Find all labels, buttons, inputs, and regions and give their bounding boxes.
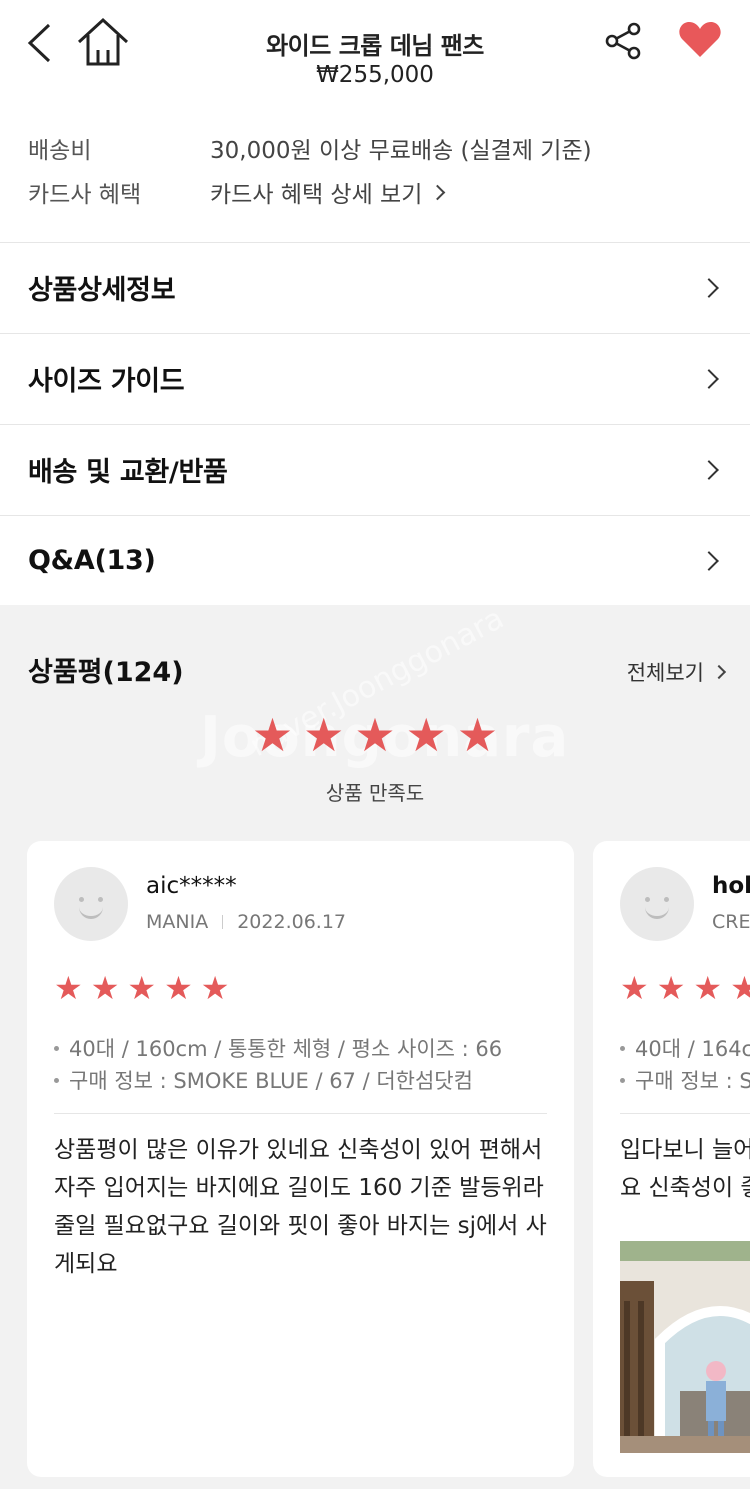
review-card[interactable]: aic***** MANIA 2022.06.17 ★ ★ ★ ★ ★ 40대 … (27, 841, 574, 1477)
heart-icon (679, 22, 721, 57)
body-info-text: 40대 / 164c (635, 1037, 750, 1061)
reviewer-name: aic***** (146, 873, 237, 899)
product-price: ₩255,000 (316, 62, 434, 88)
chevron-right-icon (430, 184, 446, 200)
bullet (620, 1045, 625, 1051)
satisfaction-label: 상품 만족도 (325, 781, 425, 805)
view-all-reviews-link[interactable]: 전체보기 (626, 657, 727, 687)
body-info-text: 40대 / 160cm / 통통한 체형 / 평소 사이즈 : 66 (69, 1037, 503, 1061)
star-icon: ★ (90, 969, 120, 1007)
chevron-right-icon (699, 550, 719, 571)
share-icon (605, 22, 641, 60)
shipping-fee-value: 30,000원 이상 무료배송 (실결제 기준) (210, 138, 592, 164)
chevron-right-icon (699, 368, 719, 389)
average-rating-stars: ★ ★ ★ ★ ★ (0, 711, 750, 759)
menu-size-guide[interactable]: 사이즈 가이드 (0, 333, 750, 423)
reviewer-level: CRE (712, 911, 750, 933)
menu-qna[interactable]: Q&A(13) (0, 515, 750, 605)
avatar-eye (79, 897, 84, 902)
menu-label: 상품상세정보 (28, 275, 176, 306)
home-button[interactable] (72, 14, 134, 70)
shipping-fee-row: 배송비 30,000원 이상 무료배송 (실결제 기준) (28, 130, 728, 166)
purchase-info-text: 구매 정보 : SMOKE BLUE / 67 / 더한섬닷컴 (69, 1069, 473, 1093)
chevron-right-icon (699, 277, 719, 298)
share-button[interactable] (598, 16, 648, 66)
review-photo-image (620, 1241, 750, 1453)
chevron-right-icon (699, 459, 719, 480)
menu-label: Q&A(13) (28, 545, 156, 576)
star-icon: ★ (354, 708, 396, 762)
reviewer-name: hoh (712, 873, 750, 899)
review-card[interactable]: hoh CRE ★ ★ ★ ★ ★ 40대 / 164c 구매 정보 : S 입… (593, 841, 750, 1477)
purchase-info: 구매 정보 : SMOKE BLUE / 67 / 더한섬닷컴 (54, 1065, 473, 1095)
top-header: 와이드 크롭 데님 팬츠 ₩255,000 (0, 0, 750, 100)
purchase-info-text: 구매 정보 : S (635, 1069, 750, 1093)
star-icon: ★ (251, 708, 294, 762)
review-date: 2022.06.17 (237, 911, 347, 933)
star-icon: ★ (620, 969, 649, 1007)
star-icon: ★ (405, 708, 447, 762)
card-benefit-link[interactable]: 카드사 혜택 상세 보기 (210, 175, 446, 209)
divider (54, 1113, 547, 1114)
star-icon: ★ (303, 708, 345, 762)
menu-product-details[interactable]: 상품상세정보 (0, 242, 750, 332)
avatar-mouth (79, 905, 103, 919)
review-section: naver.Joonggonara Joongonara 상품평(124) 전체… (0, 605, 750, 1489)
view-all-label: 전체보기 (626, 661, 704, 685)
review-rating-stars: ★ ★ ★ ★ ★ (620, 971, 750, 1005)
avatar-eye (98, 897, 103, 902)
chevron-right-icon (711, 664, 727, 680)
card-benefit-label: 카드사 혜택 (28, 182, 142, 208)
review-text: 입다보니 늘어 요 신축성이 좋 (620, 1137, 750, 1201)
bullet (54, 1077, 59, 1083)
body-info: 40대 / 164c (620, 1033, 750, 1063)
reviewer-level: MANIA (146, 911, 209, 933)
menu-shipping-returns[interactable]: 배송 및 교환/반품 (0, 424, 750, 514)
reviewer-meta: MANIA 2022.06.17 (146, 911, 346, 933)
menu-label: 배송 및 교환/반품 (28, 457, 228, 488)
back-button[interactable] (18, 18, 62, 68)
star-icon: ★ (127, 969, 157, 1007)
card-benefit-row[interactable]: 카드사 혜택 카드사 혜택 상세 보기 (28, 174, 728, 210)
review-section-title: 상품평(124) (28, 657, 184, 688)
like-button[interactable] (672, 14, 728, 66)
header-shadow (0, 100, 750, 114)
bullet (620, 1077, 625, 1083)
divider (222, 915, 224, 929)
bullet (54, 1045, 59, 1051)
star-icon: ★ (200, 969, 230, 1007)
menu-label: 사이즈 가이드 (28, 366, 185, 397)
review-text: 상품평이 많은 이유가 있네요 신축성이 있어 편해서 자주 입어지는 바지에요… (54, 1137, 547, 1277)
avatar (54, 867, 128, 941)
shipping-fee-label: 배송비 (28, 138, 92, 164)
star-icon: ★ (730, 969, 750, 1007)
product-title: 와이드 크롭 데님 팬츠 (266, 32, 484, 60)
avatar-eye (664, 897, 669, 902)
avatar-mouth (645, 905, 669, 919)
divider (620, 1113, 750, 1114)
star-icon: ★ (456, 708, 499, 762)
reviewer-meta: CRE (712, 911, 750, 933)
body-info: 40대 / 160cm / 통통한 체형 / 평소 사이즈 : 66 (54, 1033, 502, 1063)
purchase-info: 구매 정보 : S (620, 1065, 750, 1095)
avatar-eye (645, 897, 650, 902)
avatar (620, 867, 694, 941)
star-icon: ★ (164, 969, 193, 1007)
review-rating-stars: ★ ★ ★ ★ ★ (54, 971, 229, 1005)
star-icon: ★ (54, 969, 83, 1007)
star-icon: ★ (693, 969, 723, 1007)
star-icon: ★ (656, 969, 686, 1007)
home-icon (77, 17, 129, 66)
card-benefit-link-text: 카드사 혜택 상세 보기 (210, 182, 423, 208)
back-icon (27, 23, 51, 63)
review-photo[interactable] (620, 1241, 750, 1453)
